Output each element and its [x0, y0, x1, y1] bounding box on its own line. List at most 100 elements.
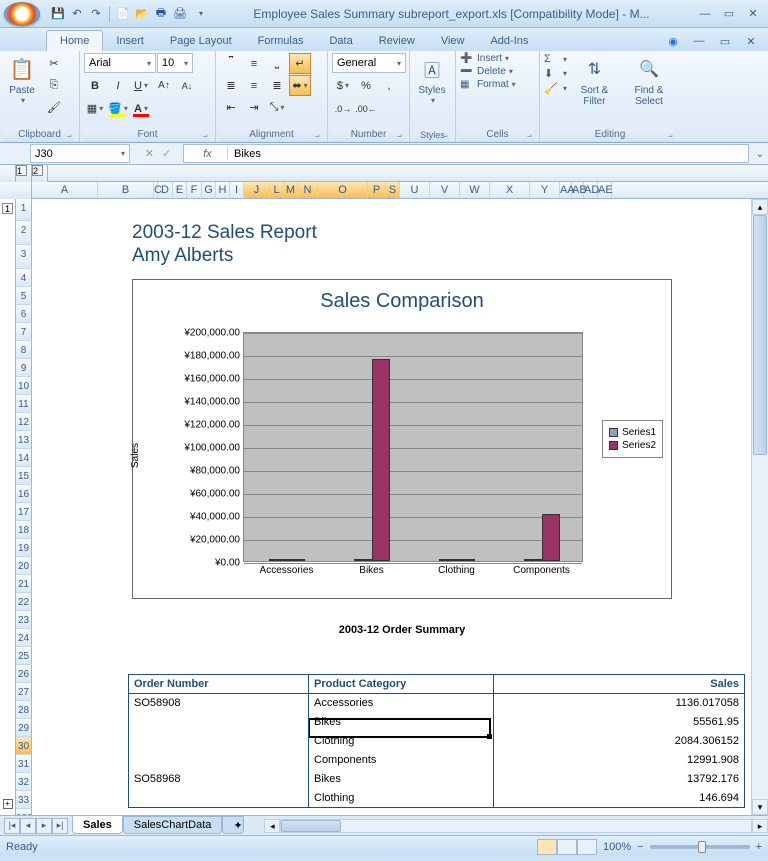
row-header-17[interactable]: 17 [16, 503, 32, 521]
format-painter-icon[interactable]: 🖌 [43, 97, 65, 118]
column-header-G[interactable]: G [202, 182, 216, 198]
minimize-button[interactable]: — [694, 6, 716, 22]
cut-icon[interactable]: ✂ [43, 53, 65, 74]
column-outline-level-2[interactable]: 2 [32, 165, 48, 182]
scroll-down-icon[interactable]: ▾ [752, 799, 768, 815]
row-header-21[interactable]: 21 [16, 575, 32, 593]
column-header-AE[interactable]: AE [598, 182, 612, 198]
row-header-15[interactable]: 15 [16, 467, 32, 485]
workbook-restore-button[interactable]: ▭ [714, 33, 736, 49]
column-header-O[interactable]: O [318, 182, 368, 198]
row-header-13[interactable]: 13 [16, 431, 32, 449]
cell-styles-button[interactable]: 🄰 Styles ▾ [414, 53, 450, 107]
row-header-10[interactable]: 10 [16, 377, 32, 395]
sheet-nav-prev-icon[interactable]: ◂ [20, 818, 36, 834]
border-button[interactable]: ▦▾ [84, 98, 106, 119]
help-icon[interactable]: ◉ [662, 33, 684, 49]
find-select-button[interactable]: 🔍 Find & Select [622, 53, 676, 109]
column-header-H[interactable]: H [216, 182, 230, 198]
row-outline-level-1[interactable]: 1 [0, 199, 16, 219]
align-top-icon[interactable]: ⎴ [220, 53, 242, 74]
sheet-tab-sales[interactable]: Sales [72, 816, 123, 834]
column-header-AD[interactable]: AD [584, 182, 598, 198]
tab-view[interactable]: View [428, 31, 478, 51]
decrease-font-icon[interactable]: A↓ [176, 75, 198, 96]
row-header-6[interactable]: 6 [16, 305, 32, 323]
column-header-W[interactable]: W [460, 182, 490, 198]
outline-expand-row-32[interactable]: + [0, 793, 16, 811]
column-header-B[interactable]: B [98, 182, 154, 198]
orientation-icon[interactable]: ⤡▾ [266, 97, 288, 118]
copy-icon[interactable]: ⎘ [43, 75, 65, 96]
restore-button[interactable]: ▭ [718, 6, 740, 22]
increase-font-icon[interactable]: A↑ [153, 75, 175, 96]
row-header-25[interactable]: 25 [16, 647, 32, 665]
row-header-16[interactable]: 16 [16, 485, 32, 503]
delete-button[interactable]: ➖Delete▾ [460, 66, 516, 77]
column-header-AA[interactable]: AA [560, 182, 572, 198]
font-family-combo[interactable]: Arial▾ [84, 53, 156, 73]
print-icon[interactable]: 🖶 [153, 6, 169, 22]
tab-addins[interactable]: Add-Ins [477, 31, 541, 51]
row-header-18[interactable]: 18 [16, 521, 32, 539]
qat-customize-icon[interactable]: ▾ [193, 6, 209, 22]
align-right-icon[interactable]: ≣ [266, 75, 288, 96]
fill-color-button[interactable]: 🪣▾ [107, 98, 129, 119]
row-header-28[interactable]: 28 [16, 701, 32, 719]
fill-button[interactable]: ⬇▾ [544, 67, 567, 80]
row-header-2[interactable]: 2 [16, 221, 32, 245]
column-header-U[interactable]: U [400, 182, 430, 198]
chart[interactable]: Sales Comparison Sales ¥0.00¥20,000.00¥4… [132, 279, 672, 599]
decrease-decimal-icon[interactable]: .00← [355, 98, 377, 119]
save-icon[interactable]: 💾 [50, 6, 66, 22]
row-header-26[interactable]: 26 [16, 665, 32, 683]
row-header-9[interactable]: 9 [16, 359, 32, 377]
column-header-P[interactable]: P [368, 182, 386, 198]
align-center-icon[interactable]: ≡ [243, 75, 265, 96]
column-header-J[interactable]: J [244, 182, 270, 198]
vertical-scroll-thumb[interactable] [753, 215, 767, 455]
tab-data[interactable]: Data [316, 31, 365, 51]
italic-button[interactable]: I [107, 75, 129, 96]
row-header-101[interactable]: 101 [16, 809, 32, 815]
decrease-indent-icon[interactable]: ⇤ [220, 97, 242, 118]
bold-button[interactable]: B [84, 75, 106, 96]
redo-icon[interactable]: ↷ [88, 6, 104, 22]
underline-button[interactable]: U▾ [130, 75, 152, 96]
column-header-A[interactable]: A [32, 182, 98, 198]
row-header-8[interactable]: 8 [16, 341, 32, 359]
comma-icon[interactable]: , [378, 75, 400, 96]
zoom-in-button[interactable]: + [756, 841, 762, 853]
zoom-level[interactable]: 100% [603, 841, 631, 853]
name-box[interactable]: J30▾ [30, 144, 130, 163]
row-header-23[interactable]: 23 [16, 611, 32, 629]
row-header-19[interactable]: 19 [16, 539, 32, 557]
wrap-text-button[interactable]: ↵ [289, 53, 311, 74]
insert-button[interactable]: ➕Insert▾ [460, 53, 516, 64]
column-header-X[interactable]: X [490, 182, 530, 198]
sheet-nav-last-icon[interactable]: ▸| [52, 818, 68, 834]
zoom-slider[interactable] [650, 845, 750, 849]
column-header-S[interactable]: S [386, 182, 400, 198]
normal-view-button[interactable] [537, 839, 557, 855]
font-size-combo[interactable]: 10▾ [157, 53, 193, 73]
tab-insert[interactable]: Insert [103, 31, 157, 51]
column-header-E[interactable]: E [173, 182, 187, 198]
tab-formulas[interactable]: Formulas [245, 31, 317, 51]
column-header-F[interactable]: F [187, 182, 202, 198]
page-layout-view-button[interactable] [557, 839, 577, 855]
align-middle-icon[interactable]: ≡ [243, 53, 265, 74]
row-header-29[interactable]: 29 [16, 719, 32, 737]
row-header-24[interactable]: 24 [16, 629, 32, 647]
currency-icon[interactable]: $▾ [332, 75, 354, 96]
clear-button[interactable]: 🧹▾ [544, 82, 567, 95]
row-header-20[interactable]: 20 [16, 557, 32, 575]
column-header-N[interactable]: N [298, 182, 318, 198]
workbook-close-button[interactable]: ✕ [740, 33, 762, 49]
align-left-icon[interactable]: ≣ [220, 75, 242, 96]
tab-home[interactable]: Home [46, 30, 103, 51]
new-icon[interactable]: 📄 [115, 6, 131, 22]
open-icon[interactable]: 📂 [134, 6, 150, 22]
increase-indent-icon[interactable]: ⇥ [243, 97, 265, 118]
column-header-D[interactable]: D [158, 182, 173, 198]
